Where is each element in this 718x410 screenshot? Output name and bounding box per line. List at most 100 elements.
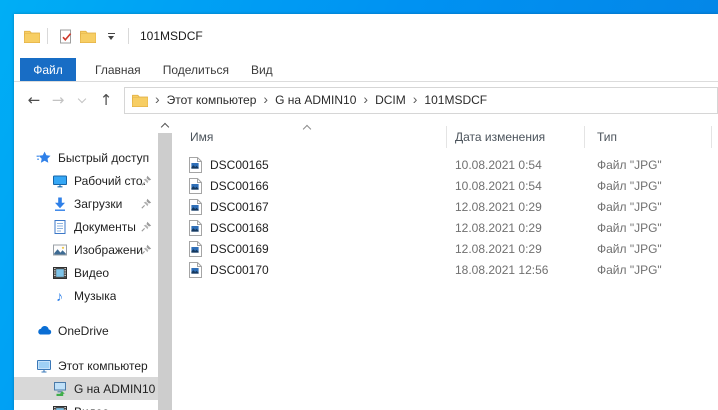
video-icon (51, 404, 68, 410)
music-note-icon: ♪ (51, 289, 68, 303)
sidebar-item-label: Изображени (74, 243, 143, 257)
recent-locations-icon[interactable] (70, 88, 94, 112)
file-name: DSC00165 (210, 158, 269, 172)
breadcrumb-item-101msdcf[interactable]: 101MSDCF (424, 93, 487, 107)
divider (47, 28, 48, 44)
file-date-modified: 12.08.2021 0:29 (447, 200, 585, 214)
breadcrumb-separator: › (155, 92, 160, 108)
sidebar-item-this-pc[interactable]: Этот компьютер (14, 354, 158, 377)
back-button[interactable]: ← (22, 88, 46, 112)
sidebar-item-label: Музыка (74, 289, 116, 303)
file-row[interactable]: DSC00165 10.08.2021 0:54 Файл "JPG" (172, 154, 718, 175)
address-folder-icon (132, 94, 148, 107)
sidebar-item-label: Видео (74, 266, 109, 280)
file-rows: DSC00165 10.08.2021 0:54 Файл "JPG" DSC0… (172, 154, 718, 280)
sidebar-item-pictures[interactable]: Изображени (14, 238, 158, 261)
breadcrumb-separator: › (363, 92, 368, 108)
new-folder-icon[interactable] (77, 25, 99, 47)
tab-file[interactable]: Файл (20, 58, 76, 81)
file-name: DSC00169 (210, 242, 269, 256)
file-list-pane: Имя Дата изменения Тип DSC00165 10.08.20… (172, 118, 718, 410)
breadcrumb-item-dcim[interactable]: DCIM (375, 93, 406, 107)
tab-home[interactable]: Главная (84, 58, 152, 81)
file-type: Файл "JPG" (585, 263, 712, 277)
customize-toolbar-dropdown-icon[interactable] (99, 25, 121, 47)
window-folder-icon (24, 30, 40, 43)
ribbon-tab-bar: Файл Главная Поделиться Вид (14, 58, 718, 82)
file-type: Файл "JPG" (585, 158, 712, 172)
file-name: DSC00168 (210, 221, 269, 235)
breadcrumb-item-this-pc[interactable]: Этот компьютер (167, 93, 257, 107)
tab-view[interactable]: Вид (240, 58, 284, 81)
jpg-file-icon (188, 241, 202, 257)
sidebar-item-downloads[interactable]: Загрузки (14, 192, 158, 215)
pin-icon (141, 221, 152, 235)
forward-button[interactable]: → (46, 88, 70, 112)
file-row[interactable]: DSC00168 12.08.2021 0:29 Файл "JPG" (172, 217, 718, 238)
sidebar-item-desktop[interactable]: Рабочий сто. (14, 169, 158, 192)
tab-share[interactable]: Поделиться (152, 58, 240, 81)
address-bar[interactable]: › Этот компьютер › G на ADMIN10 › DCIM ›… (124, 87, 718, 114)
scroll-up-icon[interactable] (158, 118, 172, 133)
column-headers: Имя Дата изменения Тип (172, 126, 718, 148)
pin-icon (141, 175, 152, 189)
column-header-date-modified[interactable]: Дата изменения (447, 126, 585, 148)
sidebar-item-label: Видео (74, 405, 109, 410)
file-row[interactable]: DSC00169 12.08.2021 0:29 Файл "JPG" (172, 238, 718, 259)
sidebar-item-label: OneDrive (58, 324, 109, 338)
sidebar-item-videos-pc[interactable]: Видео (14, 400, 158, 410)
jpg-file-icon (188, 199, 202, 215)
jpg-file-icon (188, 262, 202, 278)
up-button[interactable]: ↑ (94, 88, 118, 112)
downloads-arrow-icon (51, 196, 68, 212)
navigation-bar: ← → ↑ › Этот компьютер › G на ADMIN10 › … (14, 82, 718, 118)
sidebar-item-drive-g[interactable]: G на ADMIN10 (14, 377, 158, 400)
onedrive-cloud-icon (35, 323, 52, 339)
file-date-modified: 12.08.2021 0:29 (447, 242, 585, 256)
jpg-file-icon (188, 220, 202, 236)
explorer-window: 101MSDCF Файл Главная Поделиться Вид ← →… (14, 14, 718, 410)
sidebar-scrollbar[interactable] (158, 118, 172, 410)
sidebar-item-documents[interactable]: Документы (14, 215, 158, 238)
divider (128, 28, 129, 44)
sidebar-item-label: G на ADMIN10 (74, 382, 155, 396)
sidebar-item-label: Быстрый доступ (58, 151, 149, 165)
jpg-file-icon (188, 157, 202, 173)
sidebar-item-label: Загрузки (74, 197, 122, 211)
title-bar: 101MSDCF (14, 14, 718, 58)
breadcrumb-item-drive-g[interactable]: G на ADMIN10 (275, 93, 356, 107)
file-date-modified: 10.08.2021 0:54 (447, 179, 585, 193)
sidebar-group-gap (14, 342, 158, 354)
breadcrumb-separator: › (263, 92, 268, 108)
file-name: DSC00167 (210, 200, 269, 214)
quick-access-star-icon (35, 150, 52, 166)
main-content: Быстрый доступ Рабочий сто. (14, 118, 718, 410)
file-name: DSC00170 (210, 263, 269, 277)
desktop-background: 101MSDCF Файл Главная Поделиться Вид ← →… (0, 0, 718, 410)
file-date-modified: 18.08.2021 12:56 (447, 263, 585, 277)
sidebar-item-quick-access[interactable]: Быстрый доступ (14, 146, 158, 169)
sidebar-item-videos[interactable]: Видео (14, 261, 158, 284)
file-type: Файл "JPG" (585, 179, 712, 193)
file-row[interactable]: DSC00167 12.08.2021 0:29 Файл "JPG" (172, 196, 718, 217)
sidebar-item-label: Документы (74, 220, 136, 234)
scrollbar-thumb[interactable] (158, 133, 172, 410)
file-date-modified: 12.08.2021 0:29 (447, 221, 585, 235)
file-type: Файл "JPG" (585, 221, 712, 235)
document-icon (51, 219, 68, 235)
column-header-type[interactable]: Тип (585, 126, 712, 148)
window-title: 101MSDCF (140, 29, 203, 43)
file-type: Файл "JPG" (585, 242, 712, 256)
file-row[interactable]: DSC00170 18.08.2021 12:56 Файл "JPG" (172, 259, 718, 280)
pictures-icon (51, 242, 68, 258)
breadcrumb-separator: › (413, 92, 418, 108)
sidebar-item-label: Рабочий сто. (74, 174, 146, 188)
sidebar-item-onedrive[interactable]: OneDrive (14, 319, 158, 342)
sidebar-item-label: Этот компьютер (58, 359, 148, 373)
properties-icon[interactable] (55, 25, 77, 47)
pin-icon (141, 198, 152, 212)
sidebar-item-music[interactable]: ♪ Музыка (14, 284, 158, 307)
navigation-pane: Быстрый доступ Рабочий сто. (14, 118, 158, 410)
file-row[interactable]: DSC00166 10.08.2021 0:54 Файл "JPG" (172, 175, 718, 196)
file-date-modified: 10.08.2021 0:54 (447, 158, 585, 172)
